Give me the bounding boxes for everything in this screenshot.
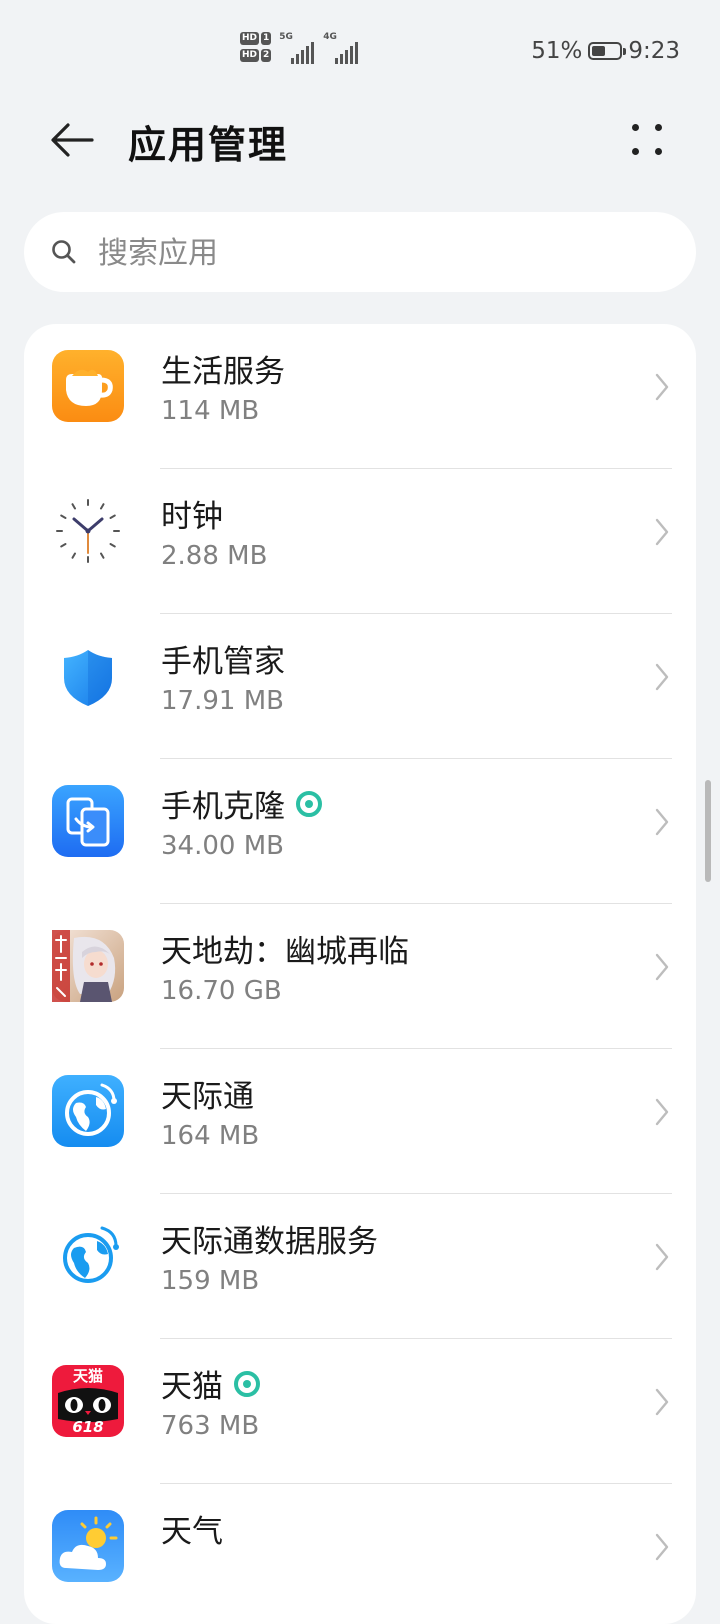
signal-5g-icon: 5G bbox=[279, 32, 315, 64]
chevron-right-icon bbox=[655, 518, 669, 546]
hd-voice-1: HD 1 bbox=[240, 32, 272, 45]
harmony-badge-icon bbox=[296, 790, 322, 817]
chevron-right-icon bbox=[655, 953, 669, 981]
app-row-skytone-data-service[interactable]: 天际通数据服务 159 MB bbox=[24, 1194, 696, 1339]
title-bar: 应用管理 bbox=[0, 100, 720, 190]
clock-icon bbox=[53, 496, 123, 566]
app-name: 手机克隆 bbox=[161, 781, 323, 826]
more-options-button[interactable] bbox=[622, 116, 674, 164]
tmall-icon: 天猫 618 bbox=[52, 1365, 124, 1437]
app-name: 天际通 bbox=[161, 1079, 254, 1115]
network-indicators: HD 1 HD 2 5G 4G bbox=[240, 32, 359, 64]
app-size: 159 MB bbox=[161, 1266, 260, 1296]
scrollbar-thumb[interactable] bbox=[705, 780, 711, 882]
app-list: 生活服务 114 MB 时钟 2.88 MB 手机管家 17.91 MB 手机克… bbox=[24, 324, 696, 1624]
app-name: 时钟 bbox=[161, 499, 223, 535]
app-size: 16.70 GB bbox=[161, 976, 282, 1006]
app-name: 生活服务 bbox=[161, 354, 285, 390]
chevron-right-icon bbox=[655, 1243, 669, 1271]
globe-outline-icon bbox=[63, 1226, 119, 1283]
search-icon bbox=[52, 240, 76, 264]
chevron-right-icon bbox=[655, 808, 669, 836]
app-size: 2.88 MB bbox=[161, 541, 268, 571]
chevron-right-icon bbox=[655, 373, 669, 401]
app-row-tmall[interactable]: 天猫 618 天猫 763 MB bbox=[24, 1339, 696, 1484]
app-row-tiandijie[interactable]: 天地劫：幽城再临 16.70 GB bbox=[24, 904, 696, 1049]
app-name: 手机管家 bbox=[161, 644, 285, 680]
weather-icon bbox=[52, 1510, 124, 1582]
app-size: 164 MB bbox=[161, 1121, 260, 1151]
search-bar[interactable] bbox=[24, 212, 696, 294]
shield-icon bbox=[64, 650, 112, 706]
app-row-clock[interactable]: 时钟 2.88 MB bbox=[24, 469, 696, 614]
back-button[interactable] bbox=[44, 116, 100, 164]
signal-4g-icon: 4G bbox=[323, 32, 359, 64]
status-bar: HD 1 HD 2 5G 4G 51% 9:23 bbox=[0, 0, 720, 100]
chevron-right-icon bbox=[655, 1533, 669, 1561]
app-name: 天际通数据服务 bbox=[161, 1224, 378, 1260]
app-row-phone-clone[interactable]: 手机克隆 34.00 MB bbox=[24, 759, 696, 904]
app-name: 天气 bbox=[161, 1514, 223, 1550]
clock-time: 9:23 bbox=[628, 38, 680, 64]
battery-percent: 51% bbox=[531, 38, 583, 64]
app-row-life-services[interactable]: 生活服务 114 MB bbox=[24, 324, 696, 469]
battery-icon bbox=[588, 42, 627, 60]
page-title: 应用管理 bbox=[128, 123, 289, 167]
coffee-cup-icon bbox=[52, 350, 124, 422]
chevron-right-icon bbox=[655, 663, 669, 691]
chevron-right-icon bbox=[655, 1098, 669, 1126]
app-size: 114 MB bbox=[161, 396, 260, 426]
app-size: 763 MB bbox=[161, 1411, 260, 1441]
app-row-phone-manager[interactable]: 手机管家 17.91 MB bbox=[24, 614, 696, 759]
app-name: 天猫 bbox=[161, 1361, 261, 1406]
game-character-icon bbox=[52, 930, 124, 1002]
app-size: 34.00 MB bbox=[161, 831, 284, 861]
harmony-badge-icon bbox=[234, 1370, 260, 1397]
app-name: 天地劫：幽城再临 bbox=[161, 934, 409, 970]
globe-icon bbox=[52, 1075, 124, 1147]
search-input[interactable] bbox=[96, 212, 660, 294]
phone-clone-icon bbox=[52, 785, 124, 857]
back-arrow-icon bbox=[51, 123, 94, 157]
app-row-skytone[interactable]: 天际通 164 MB bbox=[24, 1049, 696, 1194]
app-size: 17.91 MB bbox=[161, 686, 284, 716]
hd-voice-2: HD 2 bbox=[240, 49, 272, 62]
app-row-weather[interactable]: 天气 bbox=[24, 1484, 696, 1624]
chevron-right-icon bbox=[655, 1388, 669, 1416]
